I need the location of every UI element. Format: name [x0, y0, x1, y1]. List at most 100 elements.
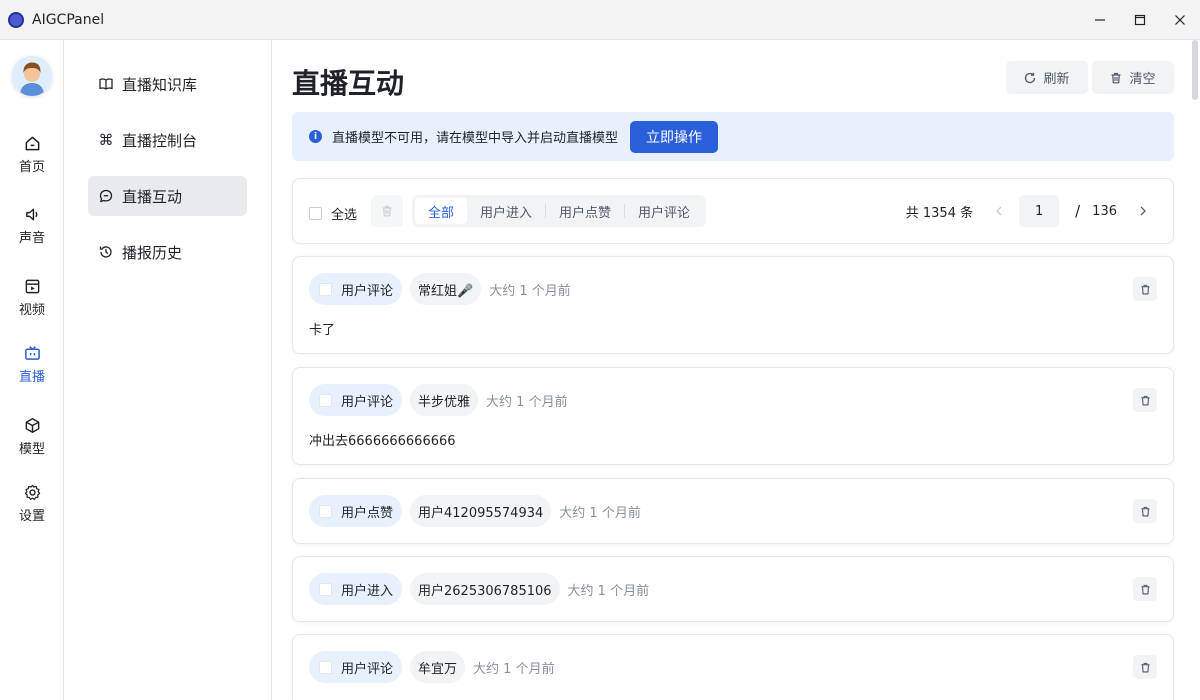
item-checkbox[interactable]: [319, 582, 332, 596]
primary-sidebar: 首页 声音 视频 直播 模型 设置: [0, 40, 64, 700]
user-tag: 用户2625306785106: [410, 573, 560, 605]
refresh-icon: [1025, 72, 1036, 83]
subnav-label-interaction: 直播互动: [122, 187, 183, 206]
select-all-checkbox[interactable]: [309, 207, 322, 220]
trash-icon: [1140, 506, 1150, 516]
type-label: 用户评论: [341, 283, 394, 299]
subnav-label-knowledge: 直播知识库: [122, 75, 198, 94]
pagination: 共 1354 条 1 / 136: [906, 195, 1155, 227]
delete-item-button[interactable]: [1133, 499, 1157, 523]
filter-tab-like[interactable]: 用户点赞: [546, 198, 624, 224]
item-checkbox[interactable]: [319, 282, 332, 296]
delete-item-button[interactable]: [1133, 277, 1157, 301]
chat-icon: [98, 188, 114, 204]
trash-icon: [1140, 662, 1150, 672]
type-tag[interactable]: 用户点赞: [309, 495, 403, 527]
timestamp: 大约 1 个月前: [489, 283, 571, 299]
type-tag[interactable]: 用户评论: [309, 273, 403, 305]
item-checkbox[interactable]: [319, 504, 332, 518]
info-icon: i: [309, 130, 322, 143]
subnav-item-interaction[interactable]: 直播互动: [88, 176, 247, 216]
timestamp: 大约 1 个月前: [567, 583, 650, 599]
page-number-input[interactable]: 1: [1019, 195, 1060, 227]
type-tag[interactable]: 用户评论: [309, 384, 403, 416]
avatar[interactable]: [12, 56, 52, 96]
gear-icon: [24, 484, 40, 501]
home-icon: [25, 136, 39, 151]
user-tag: 用户412095574934: [410, 495, 552, 527]
total-count: 共 1354 条: [905, 205, 974, 221]
window-controls: [1080, 0, 1200, 40]
trash-icon: [382, 205, 392, 217]
trash-icon: [1111, 72, 1121, 83]
nav-item-voice[interactable]: 声音: [0, 201, 64, 251]
subnav-item-history[interactable]: 播报历史: [88, 232, 247, 272]
item-content: 卡了: [309, 323, 336, 338]
delete-item-button[interactable]: [1133, 577, 1157, 601]
close-button[interactable]: [1160, 0, 1200, 40]
delete-item-button[interactable]: [1133, 655, 1157, 679]
type-label: 用户评论: [341, 394, 394, 410]
trash-icon: [1140, 395, 1150, 405]
clear-button[interactable]: 清空: [1092, 61, 1174, 94]
prev-page-button[interactable]: [987, 206, 1011, 216]
maximize-button[interactable]: [1120, 0, 1160, 40]
type-tag[interactable]: 用户进入: [309, 573, 403, 605]
type-tag[interactable]: 用户评论: [309, 651, 403, 683]
subnav-item-knowledge[interactable]: 直播知识库: [88, 64, 247, 104]
filter-tab-comment[interactable]: 用户评论: [625, 198, 703, 224]
list-item: 用户进入 用户2625306785106 大约 1 个月前: [292, 556, 1174, 622]
secondary-sidebar: 直播知识库 ⌘ 直播控制台 直播互动 播报历史: [64, 40, 272, 700]
minimize-icon: [1095, 19, 1105, 21]
trash-icon: [1140, 584, 1150, 594]
subnav-label-history: 播报历史: [122, 243, 183, 262]
user-tag: 常红姐🎤: [410, 273, 482, 305]
history-icon: [98, 244, 114, 260]
nav-label-voice: 声音: [18, 231, 45, 246]
window-title: AIGCPanel: [32, 11, 105, 28]
type-label: 用户点赞: [341, 505, 394, 521]
main-panel: 直播互动 刷新 清空 i 直播模型不可用，请在模型中导入并启动直播模型 立即操作…: [272, 40, 1200, 700]
filter-tab-all[interactable]: 全部: [415, 198, 468, 224]
timestamp: 大约 1 个月前: [473, 661, 555, 677]
nav-item-settings[interactable]: 设置: [0, 479, 64, 529]
type-label: 用户进入: [341, 583, 394, 599]
item-checkbox[interactable]: [319, 393, 332, 407]
maximize-icon: [1134, 14, 1146, 26]
tv-icon: [24, 346, 40, 360]
minimize-button[interactable]: [1080, 0, 1120, 40]
alert-action-button[interactable]: 立即操作: [630, 120, 719, 153]
timestamp: 大约 1 个月前: [486, 394, 568, 410]
item-content: 冲出去6666666666666: [309, 434, 456, 449]
nav-label-video: 视频: [18, 303, 45, 318]
avatar-image: [12, 56, 52, 96]
film-icon: [25, 279, 39, 294]
user-tag: 半步优雅: [410, 384, 479, 416]
list-item: 用户评论 牟宜万 大约 1 个月前: [292, 634, 1174, 700]
chevron-right-icon: [1140, 206, 1146, 216]
list-item: 用户评论 半步优雅 大约 1 个月前 冲出去6666666666666: [292, 367, 1174, 465]
nav-item-home[interactable]: 首页: [0, 130, 64, 180]
delete-item-button[interactable]: [1133, 388, 1157, 412]
book-icon: [98, 76, 114, 92]
scrollbar[interactable]: [1192, 40, 1198, 100]
subnav-item-console[interactable]: ⌘ 直播控制台: [88, 120, 247, 160]
model-unavailable-alert: i 直播模型不可用，请在模型中导入并启动直播模型 立即操作: [292, 112, 1174, 161]
nav-item-live[interactable]: 直播: [0, 340, 64, 390]
app-icon: [8, 11, 24, 28]
speaker-icon: [25, 208, 37, 221]
nav-item-video[interactable]: 视频: [0, 273, 64, 323]
page-separator: /: [1075, 202, 1081, 220]
item-checkbox[interactable]: [319, 660, 332, 674]
select-all[interactable]: 全选: [309, 204, 357, 223]
refresh-button[interactable]: 刷新: [1006, 61, 1088, 94]
next-page-button[interactable]: [1131, 206, 1155, 216]
filter-tab-enter[interactable]: 用户进入: [467, 198, 545, 224]
list-toolbar: 全选 全部 用户进入 用户点赞 用户评论 共 1354 条 1 / 136: [292, 178, 1174, 244]
nav-item-model[interactable]: 模型: [0, 412, 64, 462]
delete-selected-button[interactable]: [371, 195, 403, 227]
list-item: 用户点赞 用户412095574934 大约 1 个月前: [292, 478, 1174, 544]
command-icon: ⌘: [98, 131, 114, 149]
user-tag: 牟宜万: [410, 651, 466, 683]
cube-icon: [25, 417, 39, 434]
